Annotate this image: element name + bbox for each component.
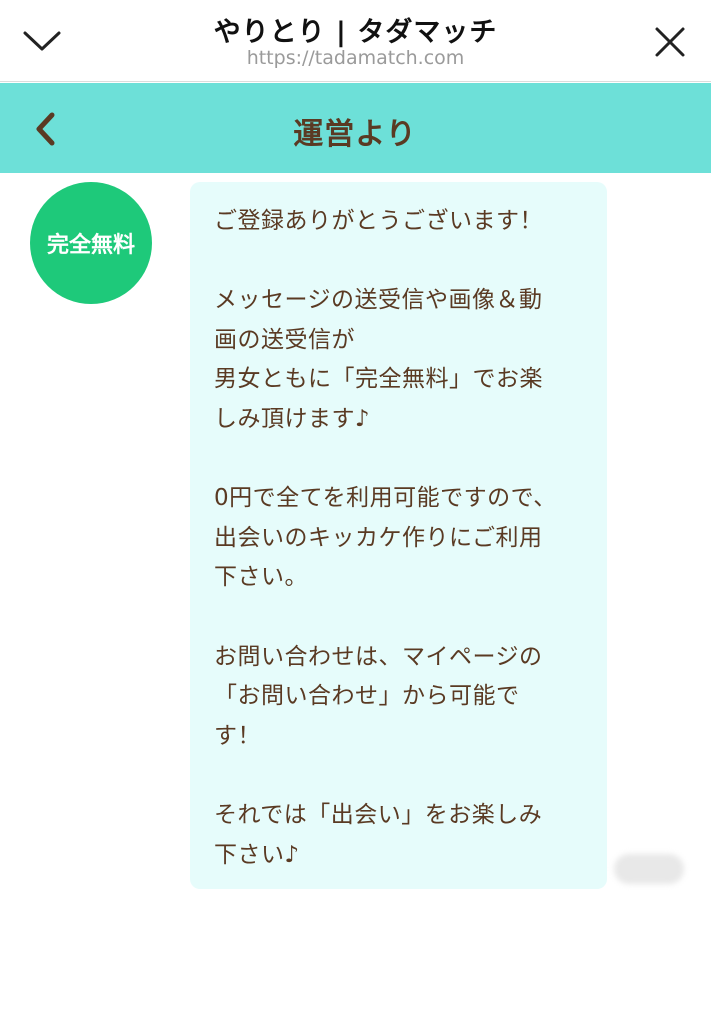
app-header: 運営より [0,83,711,173]
message-line [214,242,587,282]
browser-url[interactable]: https://tadamatch.com [130,47,581,69]
back-button[interactable] [26,109,64,149]
chevron-left-icon [36,112,55,146]
message-line: 0円で全てを利用可能ですので、 [214,485,557,512]
browser-bar: やりとり | タダマッチ https://tadamatch.com [0,0,711,82]
message-line: 男女ともに「完全無料」でお楽 [214,366,543,393]
message-line: お問い合わせは、マイページの [214,643,543,670]
page-title: 運営より [293,117,417,152]
message-timestamp [614,854,684,884]
browser-title: やりとり | タダマッチ [213,17,498,48]
chevron-down-icon [23,31,61,51]
avatar-label: 完全無料 [46,233,135,258]
message-line: 「お問い合わせ」から可能で [214,683,520,710]
message-line: す！ [214,722,261,749]
message-line [214,440,587,480]
message-line: 出会いのキッカケ作りにご利用 [214,524,543,551]
message-line: ご登録ありがとうございます！ [214,208,543,234]
close-icon [655,27,685,57]
message-line [214,756,587,796]
avatar[interactable]: 完全無料 [30,182,152,304]
message-line: しみ頂けます♪ [214,405,371,432]
message-bubble: ご登録ありがとうございます！ メッセージの送受信や画像＆動 画の送受信が 男女と… [190,182,607,889]
message-line [214,598,587,638]
collapse-button[interactable] [20,24,64,58]
close-button[interactable] [648,20,692,64]
message-line: 画の送受信が [214,326,355,353]
message-line: メッセージの送受信や画像＆動 [214,287,543,314]
page: やりとり | タダマッチ https://tadamatch.com 運営より … [0,0,711,1024]
message-line: それでは「出会い」をお楽しみ [214,801,543,828]
message-line: 下さい。 [214,564,308,591]
message-line: 下さい♪ [214,841,300,868]
